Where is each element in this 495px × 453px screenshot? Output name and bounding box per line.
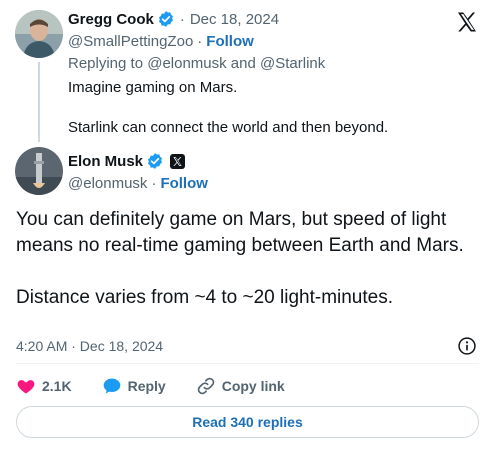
main-tweet-paragraph-1: You can definitely game on Mars, but spe… xyxy=(16,209,464,256)
x-logo-icon[interactable] xyxy=(455,10,479,34)
separator-dot: · xyxy=(179,10,185,28)
verified-badge-icon xyxy=(157,10,175,28)
reply-author-row: Gregg Cook · Dec 18, 2024 xyxy=(68,10,279,28)
heart-icon xyxy=(16,376,36,396)
link-icon xyxy=(196,376,216,396)
replying-to-text: Replying to @elonmusk and @Starlink xyxy=(68,55,326,72)
main-handle[interactable]: @elonmusk xyxy=(68,175,147,192)
verified-badge-icon xyxy=(146,152,164,170)
reply-text-line-1: Imagine gaming on Mars. xyxy=(68,79,238,96)
tweet-embed-card: Gregg Cook · Dec 18, 2024 @SmallPettingZ… xyxy=(0,0,495,453)
thread-line xyxy=(38,62,40,142)
separator-dot: · xyxy=(197,33,203,50)
elon-musk-avatar[interactable] xyxy=(15,147,63,195)
main-handle-row: @elonmusk · Follow xyxy=(68,175,208,192)
main-author-name[interactable]: Elon Musk xyxy=(68,153,143,170)
reply-button[interactable]: Reply xyxy=(102,376,166,396)
copy-link-label: Copy link xyxy=(221,378,285,394)
reply-text-line-2: Starlink can connect the world and then … xyxy=(68,119,389,136)
reply-handle[interactable]: @SmallPettingZoo xyxy=(68,33,193,50)
reply-date[interactable]: Dec 18, 2024 xyxy=(190,11,279,28)
replying-to: Replying to @elonmusk and @Starlink xyxy=(68,55,325,72)
action-bar: 2.1K Reply Copy link xyxy=(16,376,315,396)
like-button[interactable]: 2.1K xyxy=(16,376,72,396)
follow-button-elon[interactable]: Follow xyxy=(160,175,208,192)
info-icon[interactable] xyxy=(457,336,477,356)
x-affiliation-badge-icon xyxy=(170,153,186,169)
like-count: 2.1K xyxy=(42,378,72,394)
reply-author-name[interactable]: Gregg Cook xyxy=(68,11,154,28)
gregg-cook-avatar[interactable] xyxy=(15,10,63,58)
read-replies-button[interactable]: Read 340 replies xyxy=(16,406,479,438)
separator-dot: · xyxy=(151,175,157,192)
main-tweet-paragraph-2: Distance varies from ~4 to ~20 light-min… xyxy=(16,287,394,308)
reply-label: Reply xyxy=(127,378,166,394)
reply-handle-row: @SmallPettingZoo · Follow xyxy=(68,33,254,50)
main-author-row: Elon Musk xyxy=(68,152,186,170)
speech-bubble-icon xyxy=(102,376,122,396)
main-tweet-text: You can definitely game on Mars, but spe… xyxy=(16,207,484,311)
copy-link-button[interactable]: Copy link xyxy=(196,376,285,396)
tweet-timestamp[interactable]: 4:20 AM · Dec 18, 2024 xyxy=(16,338,163,354)
follow-button-gregg[interactable]: Follow xyxy=(206,33,254,50)
divider xyxy=(16,363,479,364)
